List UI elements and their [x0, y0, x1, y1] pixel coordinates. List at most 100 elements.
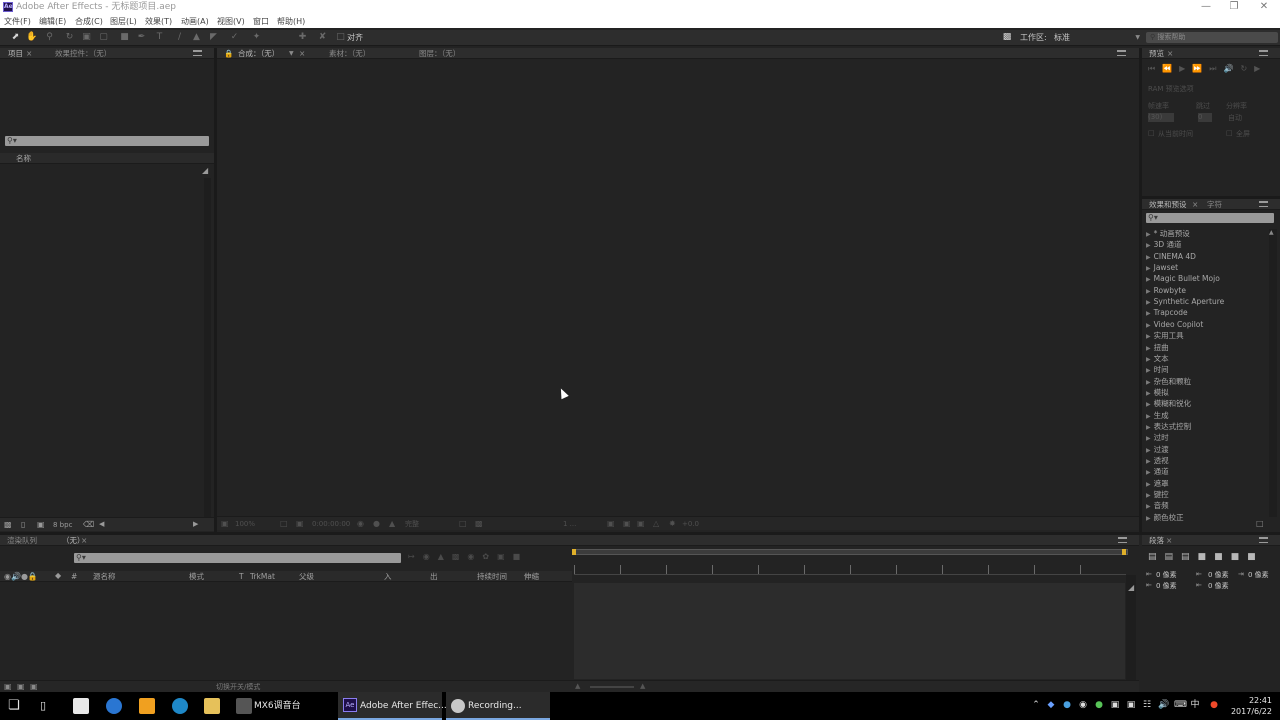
effect-category-item[interactable]: ▶ 生成 — [1146, 410, 1169, 422]
panel-menu-icon[interactable] — [1259, 50, 1268, 56]
search-help-input[interactable]: ⚲ 搜索帮助 — [1146, 32, 1278, 43]
world-axis-icon[interactable]: ✘ — [317, 32, 328, 43]
text-tool-icon[interactable]: T — [154, 32, 165, 43]
fast-preview-icon[interactable]: ▣ — [623, 519, 631, 529]
comp-flowchart-icon[interactable]: ◢ — [1128, 583, 1134, 592]
brainstorm-icon[interactable]: ✿ — [482, 552, 497, 561]
disclosure-triangle-icon[interactable]: ▶ — [1146, 458, 1151, 465]
disclosure-triangle-icon[interactable]: ▶ — [1146, 288, 1151, 295]
timeline-column-header[interactable]: T — [239, 572, 244, 582]
tray-app-icon[interactable]: ▣ — [1126, 700, 1136, 710]
scroll-left-icon[interactable]: ◀ — [99, 520, 104, 528]
time-ruler[interactable] — [574, 565, 1126, 575]
chevron-down-icon[interactable]: ▼ — [289, 48, 294, 59]
region-of-interest-icon[interactable]: □ — [459, 519, 467, 529]
tray-app-icon[interactable]: ▣ — [1110, 700, 1120, 710]
viewer-canvas[interactable] — [217, 60, 1139, 515]
justify-last-left-icon[interactable]: ■ — [1198, 552, 1215, 562]
disclosure-triangle-icon[interactable]: ▶ — [1146, 390, 1151, 397]
menu-edit[interactable]: 编辑(E) — [39, 16, 66, 27]
timeline-icon[interactable]: ▣ — [637, 519, 645, 529]
disclosure-triangle-icon[interactable]: ▶ — [1146, 345, 1151, 352]
panel-menu-icon[interactable] — [193, 50, 202, 56]
close-icon[interactable]: × — [26, 48, 32, 59]
roto-brush-tool-icon[interactable]: ✓ — [229, 32, 240, 43]
first-frame-icon[interactable]: ⏮ — [1148, 64, 1162, 73]
effects-scrollbar[interactable]: ▲ — [1269, 229, 1277, 517]
menu-effect[interactable]: 效果(T) — [145, 16, 172, 27]
loop-icon[interactable]: ↻ — [1240, 64, 1254, 73]
render-icon[interactable]: ■ — [513, 552, 529, 561]
justify-all-icon[interactable]: ■ — [1247, 552, 1264, 562]
timeline-column-header[interactable]: 父级 — [299, 572, 314, 582]
effect-category-item[interactable]: ▶ 过时 — [1146, 432, 1169, 444]
effects-search-input[interactable]: ⚲▾ — [1146, 213, 1274, 223]
pan-behind-tool-icon[interactable]: ▢ — [98, 32, 109, 43]
indent-right-value[interactable]: 0 像素 — [1248, 570, 1269, 580]
play-icon[interactable]: ▶ — [1179, 64, 1192, 73]
in-out-icon[interactable]: ▣ — [30, 682, 38, 691]
flowchart-view-icon[interactable]: △ — [653, 519, 659, 529]
from-current-time-checkbox[interactable]: □ — [1148, 129, 1155, 137]
frame-blending-icon[interactable]: ▩ — [452, 552, 468, 561]
tab-composition[interactable]: 合成：（无） — [238, 48, 279, 59]
menu-layer[interactable]: 图层(L) — [110, 16, 137, 27]
snapshot-icon[interactable]: ◉ — [357, 519, 364, 529]
task-view-icon[interactable]: ▯ — [40, 692, 56, 720]
flowchart-icon[interactable]: ◢ — [202, 166, 211, 176]
motion-blur-icon[interactable]: ◉ — [467, 552, 482, 561]
effect-category-item[interactable]: ▶ 模拟 — [1146, 387, 1169, 399]
close-icon[interactable]: × — [1192, 199, 1198, 210]
effect-category-item[interactable]: ▶ CINEMA 4D — [1146, 251, 1196, 263]
tray-app-icon[interactable]: ◆ — [1046, 700, 1056, 710]
skip-field[interactable]: 0 — [1198, 113, 1212, 122]
menu-window[interactable]: 窗口 — [253, 16, 269, 27]
effect-category-item[interactable]: ▶ 杂色和颗粒 — [1146, 376, 1191, 388]
work-area-end-handle[interactable] — [1122, 549, 1126, 555]
timeline-column-header[interactable]: # — [71, 572, 77, 582]
minimize-icon[interactable]: — — [1192, 0, 1220, 15]
last-frame-icon[interactable]: ⏭ — [1209, 64, 1223, 73]
timeline-column-header[interactable]: 出 — [430, 572, 438, 582]
puppet-tool-icon[interactable]: ✦ — [251, 32, 262, 43]
next-frame-icon[interactable]: ⏩ — [1192, 64, 1209, 73]
space-before-value[interactable]: 0 像素 — [1156, 581, 1177, 591]
audio-icon[interactable]: 🔊 — [1224, 64, 1241, 73]
work-area-bar[interactable] — [572, 549, 1128, 555]
tab-effect-controls[interactable]: 效果控件：（无） — [55, 48, 111, 59]
resolution-select[interactable]: 自动 — [1228, 113, 1242, 123]
tab-effects-presets[interactable]: 效果和预设 — [1149, 199, 1187, 210]
panel-menu-icon[interactable] — [1118, 537, 1127, 543]
new-effect-folder-icon[interactable]: □ — [1256, 519, 1264, 528]
resolution-select[interactable]: 完整 — [405, 519, 419, 529]
menu-view[interactable]: 视图(V) — [217, 16, 245, 27]
effect-category-item[interactable]: ▶ 过渡 — [1146, 444, 1169, 456]
justify-last-right-icon[interactable]: ■ — [1231, 552, 1248, 562]
name-column-header[interactable]: 名称 — [16, 153, 31, 164]
close-icon[interactable]: × — [299, 48, 305, 59]
timeline-column-header[interactable]: 持续时间 — [477, 572, 507, 582]
show-snapshot-icon[interactable]: ● — [373, 519, 380, 529]
menu-composition[interactable]: 合成(C) — [75, 16, 103, 27]
align-checkbox[interactable]: □ — [335, 32, 346, 43]
shy-icon[interactable]: ▲ — [438, 552, 452, 561]
lock-icon[interactable]: 🔒 — [224, 48, 233, 59]
effect-category-item[interactable]: ▶ Trapcode — [1146, 307, 1188, 319]
av-features-icon[interactable]: ◉🔊●🔒 — [4, 572, 38, 581]
safe-margins-icon[interactable]: □ — [280, 519, 288, 529]
new-composition-icon[interactable]: ▣ — [37, 520, 45, 529]
disclosure-triangle-icon[interactable]: ▶ — [1146, 413, 1151, 420]
internet-explorer-icon[interactable] — [172, 698, 188, 714]
taskbar-app-recording[interactable]: Recording... — [446, 692, 550, 720]
disclosure-triangle-icon[interactable]: ▶ — [1146, 242, 1151, 249]
effect-category-item[interactable]: ▶ 遮罩 — [1146, 478, 1169, 490]
scroll-right-icon[interactable]: ▶ — [193, 520, 198, 528]
close-icon[interactable]: ✕ — [1250, 0, 1278, 15]
mask-visibility-icon[interactable]: ▣ — [296, 519, 304, 529]
tray-app-icon[interactable]: ● — [1062, 700, 1072, 710]
effect-category-item[interactable]: ▶ * 动画预设 — [1146, 228, 1190, 240]
zoom-out-icon[interactable]: ▲ — [575, 682, 580, 690]
system-clock[interactable]: 22:41 2017/6/22 — [1226, 695, 1272, 717]
indent-first-line-value[interactable]: 0 像素 — [1208, 570, 1229, 580]
menu-animation[interactable]: 动画(A) — [181, 16, 209, 27]
